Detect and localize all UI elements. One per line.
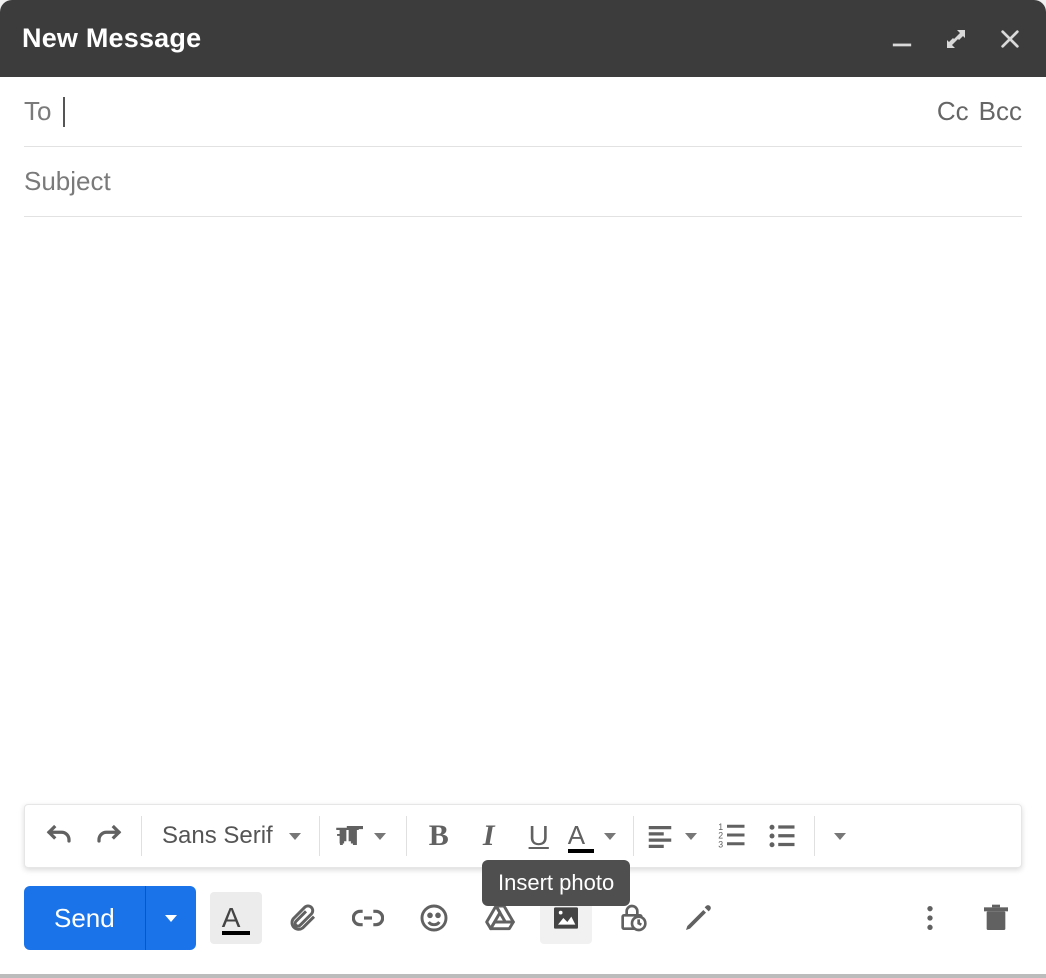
fullscreen-button[interactable] xyxy=(942,25,970,53)
send-button[interactable]: Send xyxy=(24,886,146,950)
text-color-icon: A xyxy=(568,820,594,853)
compose-window: New Message To Cc xyxy=(0,0,1046,974)
underline-icon: U xyxy=(529,820,549,852)
confidential-icon xyxy=(616,902,648,934)
header-fields: To Cc Bcc Subject xyxy=(0,77,1046,217)
drive-icon xyxy=(484,902,516,934)
bulleted-list-button[interactable] xyxy=(758,812,806,860)
cc-button[interactable]: Cc xyxy=(937,96,969,127)
text-format-icon: A xyxy=(222,902,250,935)
more-options-button[interactable] xyxy=(904,892,956,944)
send-split-button: Send xyxy=(24,886,196,950)
close-icon xyxy=(999,27,1021,51)
subject-row[interactable]: Subject xyxy=(24,147,1022,217)
compose-header: New Message xyxy=(0,0,1046,77)
minimize-button[interactable] xyxy=(888,25,916,53)
svg-text:3: 3 xyxy=(718,839,723,849)
align-button[interactable] xyxy=(642,812,706,860)
italic-button[interactable]: I xyxy=(465,812,513,860)
text-cursor xyxy=(63,97,65,127)
to-label: To xyxy=(24,96,51,127)
paperclip-icon xyxy=(286,902,318,934)
attach-file-button[interactable] xyxy=(276,892,328,944)
emoji-icon xyxy=(418,902,450,934)
insert-emoji-button[interactable] xyxy=(408,892,460,944)
message-body[interactable] xyxy=(0,217,1046,804)
svg-text:T: T xyxy=(346,821,363,851)
pen-icon xyxy=(682,902,714,934)
photo-icon xyxy=(550,902,582,934)
font-family-label: Sans Serif xyxy=(162,822,273,850)
formatting-options-button[interactable]: A xyxy=(210,892,262,944)
more-vertical-icon xyxy=(914,902,946,934)
font-size-icon: тT xyxy=(334,821,364,851)
more-formatting-button[interactable] xyxy=(823,812,857,860)
tooltip: Insert photo xyxy=(482,860,630,906)
chevron-down-icon xyxy=(165,915,177,922)
chevron-down-icon xyxy=(374,833,386,840)
minimize-icon xyxy=(891,27,913,51)
send-options-button[interactable] xyxy=(146,886,196,950)
formatting-toolbar-wrap: Sans Serif тT B I U xyxy=(0,804,1046,868)
italic-icon: I xyxy=(483,819,495,853)
chevron-down-icon xyxy=(289,833,301,840)
fullscreen-icon xyxy=(944,27,968,51)
discard-draft-button[interactable] xyxy=(970,892,1022,944)
chevron-down-icon xyxy=(604,833,616,840)
subject-placeholder: Subject xyxy=(24,166,111,197)
align-left-icon xyxy=(645,821,675,851)
trash-icon xyxy=(980,902,1012,934)
bottom-edge xyxy=(0,974,1046,978)
underline-button[interactable]: U xyxy=(515,812,563,860)
bcc-button[interactable]: Bcc xyxy=(979,96,1022,127)
bulleted-list-icon xyxy=(767,821,797,851)
link-icon xyxy=(352,902,384,934)
insert-link-button[interactable] xyxy=(342,892,394,944)
undo-button[interactable] xyxy=(35,812,83,860)
chevron-down-icon xyxy=(834,833,846,840)
redo-icon xyxy=(94,821,124,851)
window-controls xyxy=(888,25,1024,53)
chevron-down-icon xyxy=(685,833,697,840)
undo-icon xyxy=(44,821,74,851)
font-family-select[interactable]: Sans Serif xyxy=(150,812,311,860)
text-color-button[interactable]: A xyxy=(565,812,625,860)
formatting-toolbar: Sans Serif тT B I U xyxy=(24,804,1022,868)
numbered-list-button[interactable]: 123 xyxy=(708,812,756,860)
to-row[interactable]: To Cc Bcc xyxy=(24,77,1022,147)
close-button[interactable] xyxy=(996,25,1024,53)
insert-signature-button[interactable] xyxy=(672,892,724,944)
svg-text:т: т xyxy=(336,828,346,850)
numbered-list-icon: 123 xyxy=(717,821,747,851)
bold-button[interactable]: B xyxy=(415,812,463,860)
compose-title: New Message xyxy=(22,23,888,54)
bold-icon: B xyxy=(429,819,449,853)
redo-button[interactable] xyxy=(85,812,133,860)
font-size-button[interactable]: тT xyxy=(328,812,398,860)
